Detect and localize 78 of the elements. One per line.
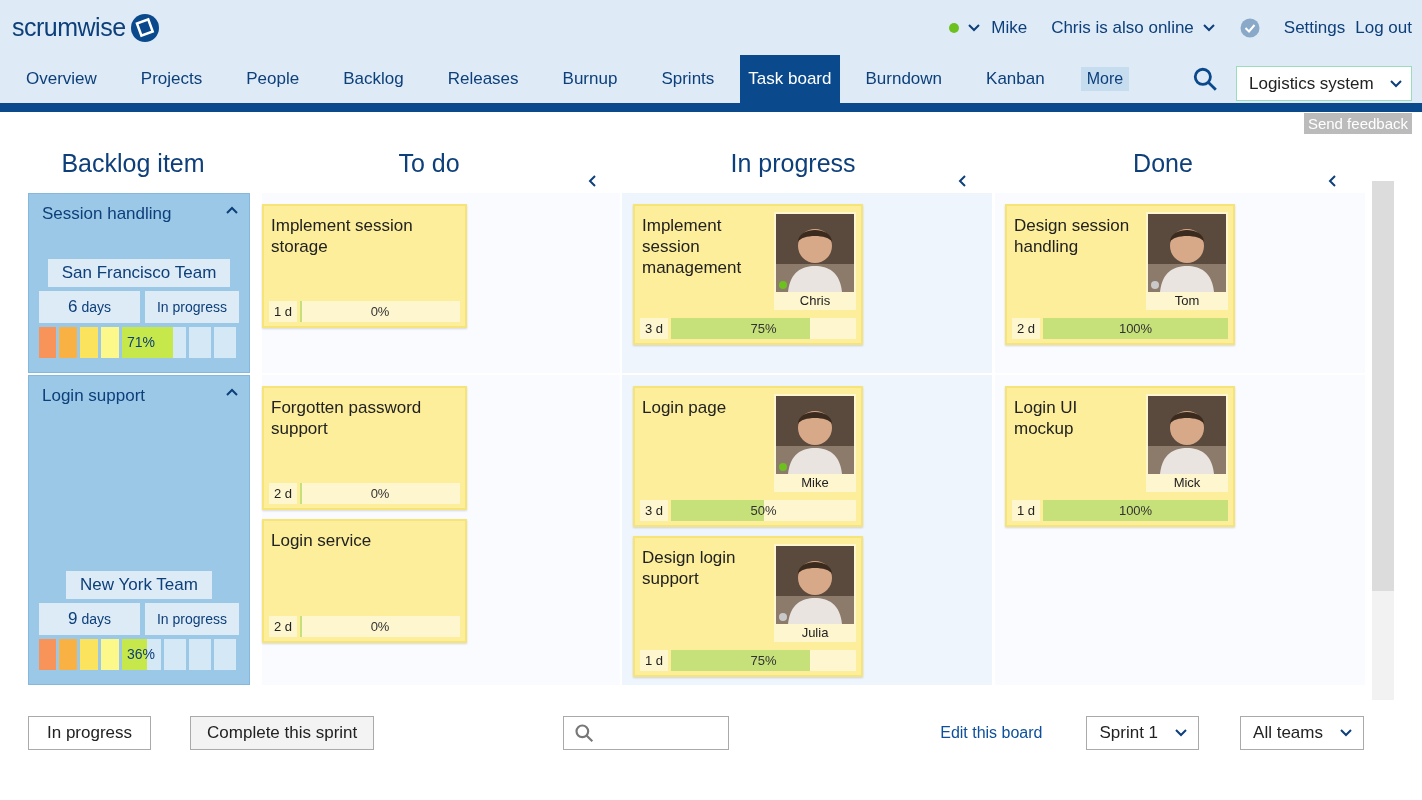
scrollbar-thumb[interactable] (1372, 181, 1394, 591)
task-title: Design login support (641, 547, 737, 590)
search-icon[interactable] (574, 723, 595, 743)
progress-label: 100% (1117, 502, 1154, 520)
progress-label: 100% (1117, 320, 1154, 338)
project-dropdown[interactable]: Logistics system (1236, 66, 1412, 101)
task-estimate: 2 d (269, 483, 298, 504)
task-card[interactable]: Design login support Julia 1 d 75% (633, 536, 863, 677)
more-button[interactable]: More (1080, 67, 1130, 91)
header-link[interactable]: Settings (1283, 17, 1346, 38)
brand-name: scrumwise (12, 13, 126, 42)
nav-tab[interactable]: Kanban (968, 55, 1063, 103)
task-estimate: 3 d (640, 318, 669, 339)
days-remaining: 6 days (39, 291, 140, 323)
progress-label: 75% (749, 652, 778, 670)
backlog-item-title: Session handling (41, 204, 172, 224)
task-card[interactable]: Design session handling Tom 2 d 100% (1005, 204, 1235, 345)
task-card[interactable]: Implement session storage 1 d 0% (262, 204, 467, 328)
nav-tab[interactable]: Burnup (544, 55, 636, 103)
sprint-dropdown[interactable]: Sprint 1 (1086, 716, 1200, 750)
column-title: Done (1133, 149, 1193, 178)
progress-label: 50% (749, 502, 778, 520)
task-title: Implement session management (641, 215, 743, 279)
column-title: Backlog item (61, 149, 205, 178)
task-estimate: 1 d (269, 301, 298, 322)
progress-label: 0% (369, 303, 391, 321)
status-button[interactable]: In progress (28, 716, 152, 750)
task-card[interactable]: Forgotten password support 2 d 0% (262, 386, 467, 510)
task-title: Forgotten password support (270, 397, 423, 440)
task-title: Login service (270, 530, 372, 552)
assignee-name: Julia (801, 625, 829, 640)
team-label: San Francisco Team (47, 259, 231, 287)
task-title: Implement session storage (270, 215, 414, 258)
assignee-name: Chris (799, 293, 831, 308)
task-estimate: 2 d (1012, 318, 1041, 339)
task-title: Login UI mockup (1013, 397, 1079, 440)
nav-tab[interactable]: Overview (8, 55, 115, 103)
header-link[interactable]: Log out (1355, 17, 1412, 38)
progress-label: 0% (369, 618, 391, 636)
nav-tab[interactable]: Burndown (847, 55, 961, 103)
status-label: In progress (145, 603, 239, 635)
task-card[interactable]: Login UI mockup Mick 1 d 100% (1005, 386, 1235, 527)
assignee-name: Tom (1174, 293, 1200, 308)
task-card[interactable]: Login page Mike 3 d 50% (633, 386, 863, 527)
nav-tab[interactable]: People (228, 55, 318, 103)
progress-label: 71% (127, 334, 156, 350)
nav-tab[interactable]: Task board (740, 55, 840, 103)
backlog-item[interactable]: Session handling San Francisco Team 6 days In progress 71% (28, 193, 250, 373)
nav-tab[interactable]: Sprints (643, 55, 733, 103)
task-estimate: 2 d (269, 616, 298, 637)
nav-tab[interactable]: Backlog (325, 55, 422, 103)
task-title: Login page (641, 397, 727, 419)
edit-board-link[interactable]: Edit this board (940, 724, 1043, 742)
days-remaining: 9 days (39, 603, 140, 635)
task-estimate: 3 d (640, 500, 669, 521)
backlog-item-title: Login support (41, 386, 146, 406)
progress-label: 75% (749, 320, 778, 338)
team-dropdown[interactable]: All teams (1240, 716, 1364, 750)
progress-label: 0% (369, 485, 391, 503)
nav-tab[interactable]: Projects (122, 55, 221, 103)
search-field[interactable] (563, 716, 730, 750)
task-card[interactable]: Login service 2 d 0% (262, 519, 467, 643)
search-icon[interactable] (1192, 66, 1218, 92)
task-card[interactable]: Implement session management Chris 3 d 75% (633, 204, 863, 345)
task-estimate: 1 d (1012, 500, 1041, 521)
team-label: New York Team (66, 571, 212, 599)
online-users-menu[interactable]: Chris is also online (1051, 17, 1216, 38)
logo-icon (129, 12, 160, 43)
complete-sprint-button[interactable]: Complete this sprint (190, 716, 375, 750)
task-estimate: 1 d (640, 650, 669, 671)
status-label: In progress (145, 291, 239, 323)
column-title: In progress (730, 149, 856, 178)
column-title: To do (398, 149, 460, 178)
nav-tab[interactable]: Releases (429, 55, 537, 103)
task-title: Design session handling (1013, 215, 1131, 258)
assignee-name: Mick (1173, 475, 1201, 490)
assignee-name: Mike (801, 475, 829, 490)
user-name: Mike (991, 17, 1028, 38)
